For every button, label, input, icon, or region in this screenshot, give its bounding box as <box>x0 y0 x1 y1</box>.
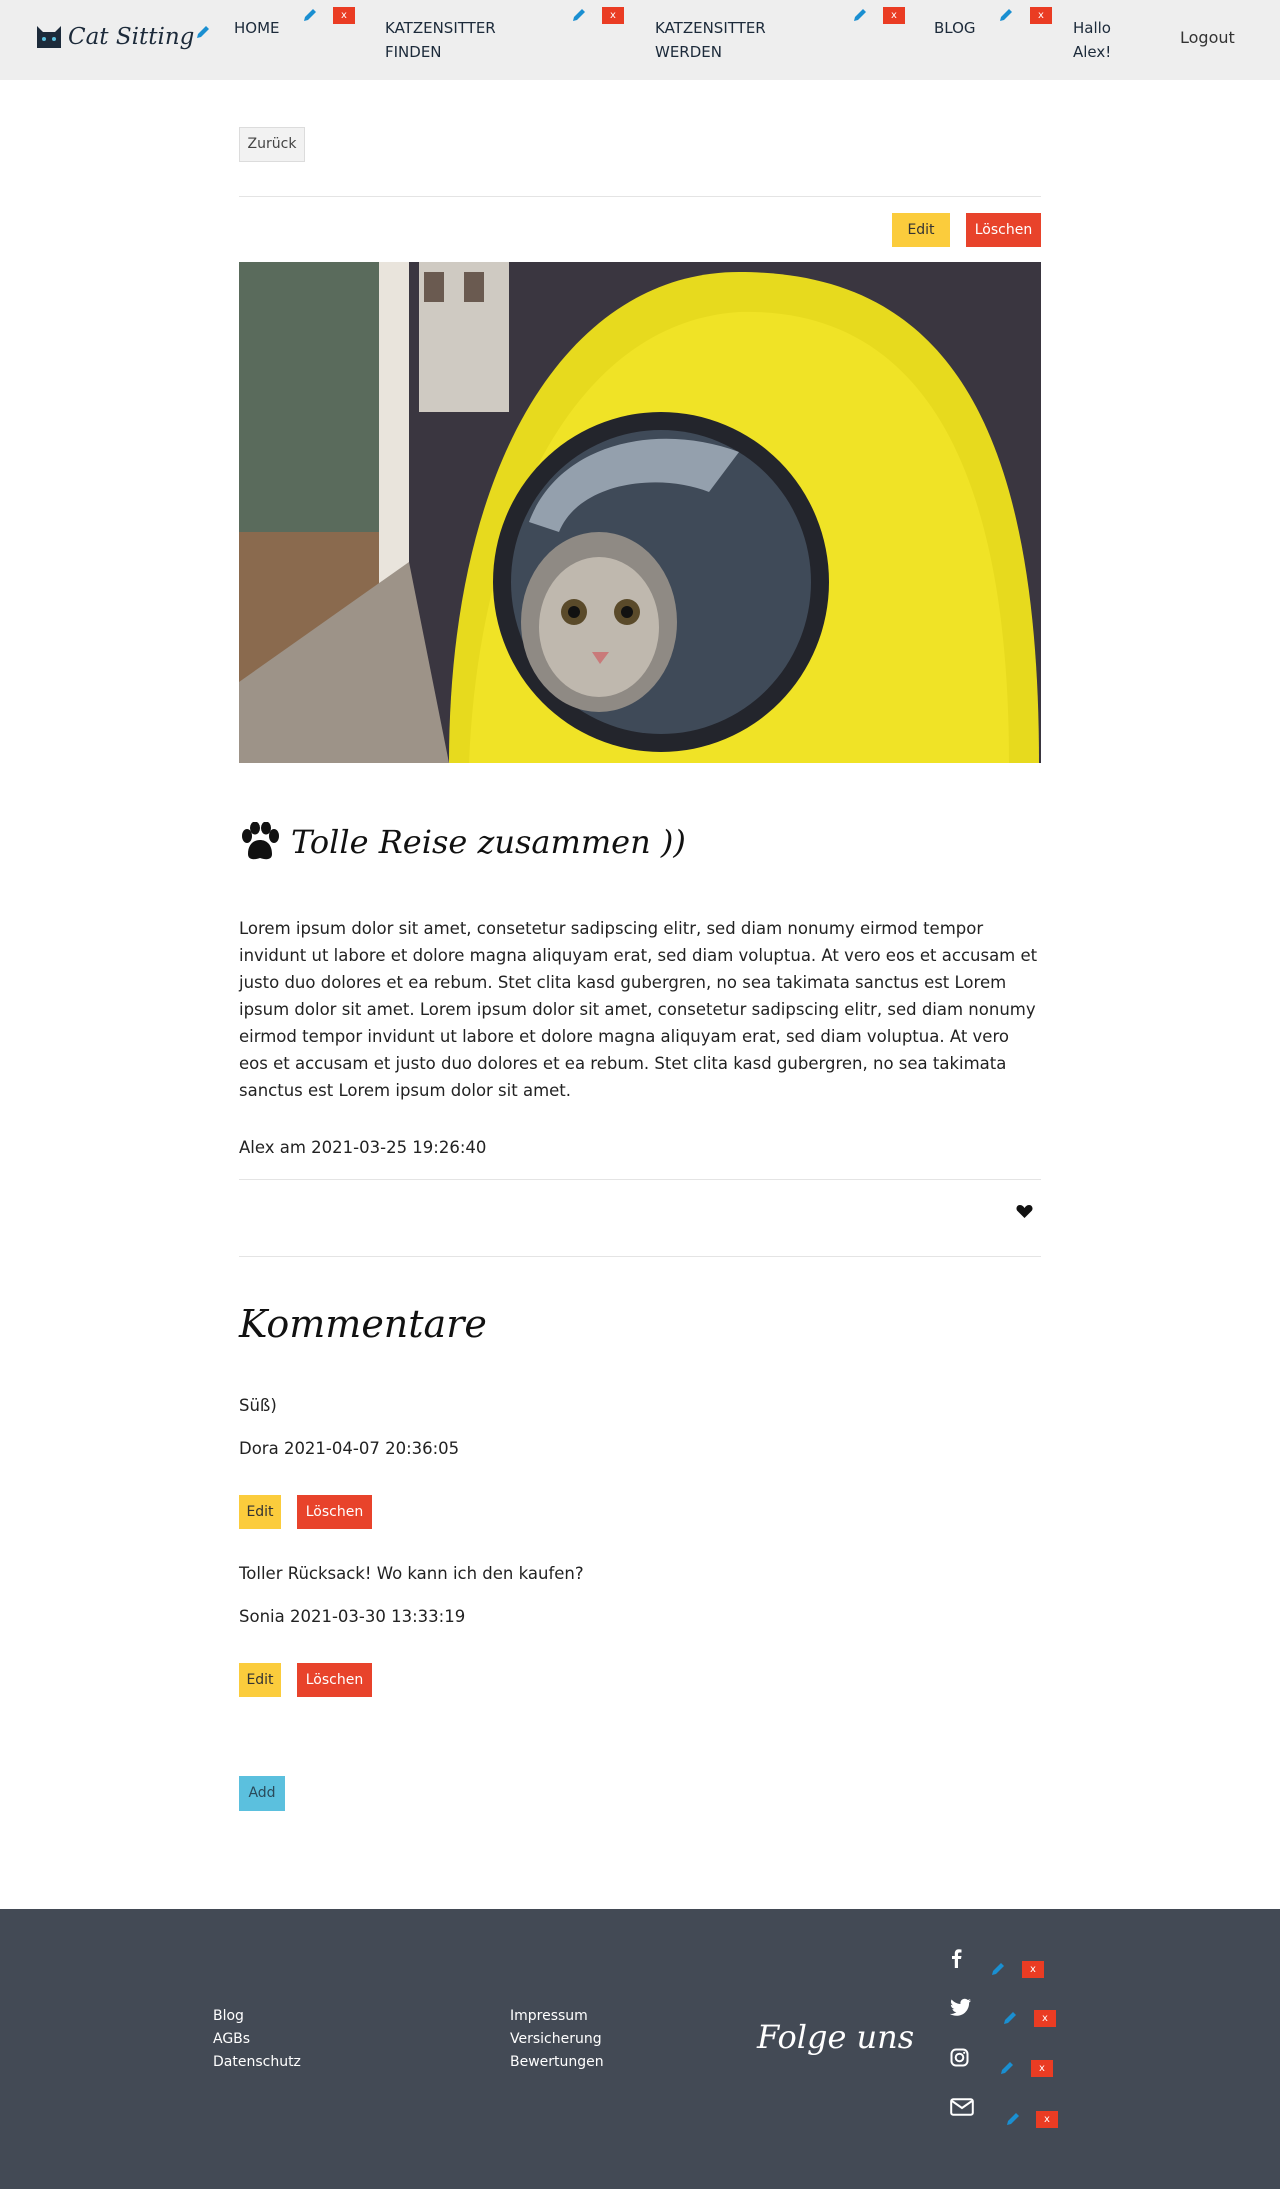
pencil-icon[interactable] <box>1005 2111 1021 2127</box>
divider <box>239 1256 1041 1257</box>
edit-comment-button[interactable]: Edit <box>239 1663 281 1697</box>
nav-katzensitter-werden[interactable]: KATZENSITTER WERDEN <box>655 16 780 64</box>
user-greeting: Hallo Alex! <box>1073 19 1112 61</box>
nav-blog[interactable]: BLOG <box>934 16 976 40</box>
edit-comment-button[interactable]: Edit <box>239 1495 281 1529</box>
edit-post-button[interactable]: Edit <box>892 213 950 247</box>
pencil-icon[interactable] <box>999 2060 1015 2076</box>
delete-social-button[interactable]: x <box>1031 2060 1053 2077</box>
footer-link-impressum[interactable]: Impressum <box>510 2008 588 2024</box>
pencil-icon <box>197 26 210 38</box>
nav-katzensitter-finden[interactable]: KATZENSITTER FINDEN <box>385 16 505 64</box>
delete-nav-item-button[interactable]: x <box>1030 7 1052 24</box>
cat-logo-icon <box>37 26 61 48</box>
logo-text: Cat Sitting <box>68 24 195 50</box>
comment-meta: Dora 2021-04-07 20:36:05 <box>239 1439 460 1458</box>
comment-text: Toller Rücksack! Wo kann ich den kaufen? <box>239 1564 584 1583</box>
delete-social-button[interactable]: x <box>1036 2111 1058 2128</box>
follow-us-heading: Folge uns <box>757 2018 915 2056</box>
twitter-icon[interactable] <box>950 1998 972 2016</box>
pencil-icon[interactable] <box>1002 2010 1018 2026</box>
divider <box>239 196 1041 197</box>
pencil-icon[interactable] <box>990 1961 1006 1977</box>
comment-meta: Sonia 2021-03-30 13:33:19 <box>239 1607 466 1626</box>
pencil-icon[interactable] <box>998 7 1014 23</box>
divider <box>239 1179 1041 1180</box>
pencil-icon[interactable] <box>852 7 868 23</box>
footer-link-datenschutz[interactable]: Datenschutz <box>213 2054 301 2070</box>
comments-heading: Kommentare <box>239 1302 487 1346</box>
post-title: Tolle Reise zusammen )) <box>239 822 686 862</box>
pencil-icon[interactable] <box>302 7 318 23</box>
post-title-text: Tolle Reise zusammen )) <box>291 823 686 861</box>
logo[interactable]: Cat Sitting <box>34 22 211 52</box>
paw-icon <box>242 822 279 860</box>
delete-nav-item-button[interactable]: x <box>333 7 355 24</box>
mail-icon[interactable] <box>950 2098 974 2116</box>
delete-comment-button[interactable]: Löschen <box>297 1495 372 1529</box>
footer-link-agbs[interactable]: AGBs <box>213 2031 250 2047</box>
footer-link-bewertungen[interactable]: Bewertungen <box>510 2054 604 2070</box>
delete-social-button[interactable]: x <box>1022 1961 1044 1978</box>
add-comment-button[interactable]: Add <box>239 1776 285 1811</box>
heart-icon[interactable] <box>1016 1204 1033 1219</box>
delete-nav-item-button[interactable]: x <box>602 7 624 24</box>
comment-text: Süß) <box>239 1396 277 1415</box>
post-meta: Alex am 2021-03-25 19:26:40 <box>239 1138 487 1157</box>
delete-post-button[interactable]: Löschen <box>966 213 1041 247</box>
post-image <box>239 262 1041 763</box>
back-button[interactable]: Zurück <box>239 127 305 162</box>
footer <box>0 1909 1280 2189</box>
footer-link-blog[interactable]: Blog <box>213 2008 244 2024</box>
delete-social-button[interactable]: x <box>1034 2010 1056 2027</box>
instagram-icon[interactable] <box>950 2048 969 2067</box>
facebook-icon[interactable] <box>948 1948 964 1968</box>
delete-comment-button[interactable]: Löschen <box>297 1663 372 1697</box>
post-body: Lorem ipsum dolor sit amet, consetetur s… <box>239 919 1038 1100</box>
footer-link-versicherung[interactable]: Versicherung <box>510 2031 602 2047</box>
top-navbar: Cat Sitting HOME x KATZENSITTER FINDEN x… <box>0 0 1280 80</box>
logout-link[interactable]: Logout <box>1180 28 1235 47</box>
pencil-icon[interactable] <box>571 7 587 23</box>
delete-nav-item-button[interactable]: x <box>883 7 905 24</box>
